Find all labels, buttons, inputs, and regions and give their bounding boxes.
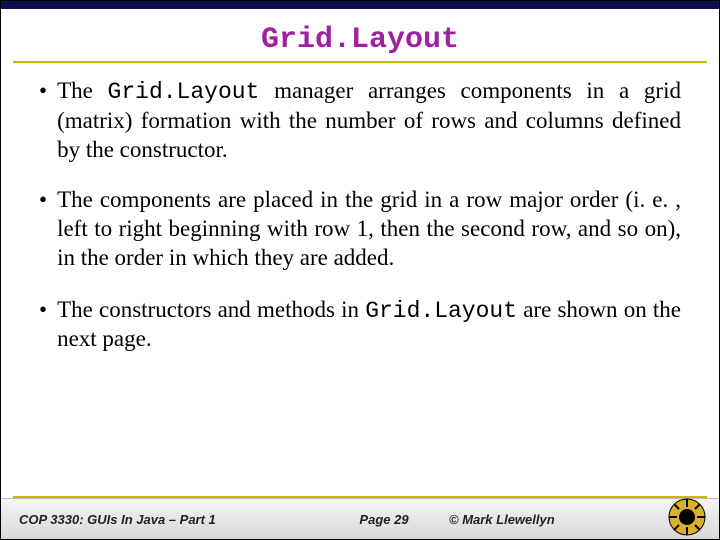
footer-bar: COP 3330: GUIs In Java – Part 1 Page 29 … [1,498,719,539]
footer-course: COP 3330: GUIs In Java – Part 1 [19,512,319,527]
footer: COP 3330: GUIs In Java – Part 1 Page 29 … [1,496,719,539]
title-underline [13,61,707,63]
bullet-item: • The constructors and methods in Grid.L… [39,296,681,355]
bullet-item: • The Grid.Layout manager arranges compo… [39,77,681,164]
slide-content: • The Grid.Layout manager arranges compo… [1,77,719,354]
bullet-dot: • [39,296,47,325]
slide: Grid.Layout • The Grid.Layout manager ar… [0,0,720,540]
bullet-text-prefix: The components are placed in the grid in… [57,187,681,270]
bullet-item: • The components are placed in the grid … [39,186,681,273]
bullet-dot: • [39,186,47,215]
bullet-code: Grid.Layout [108,79,260,105]
footer-copyright: © Mark Llewellyn [449,512,609,527]
top-bar [1,1,719,9]
footer-page: Page 29 [319,512,449,527]
slide-title: Grid.Layout [1,23,719,57]
ucf-logo-icon [667,497,707,537]
bullet-dot: • [39,77,47,106]
bullet-text-prefix: The constructors and methods in [57,297,365,322]
bullet-code: Grid.Layout [365,298,517,324]
bullet-text-prefix: The [57,78,107,103]
